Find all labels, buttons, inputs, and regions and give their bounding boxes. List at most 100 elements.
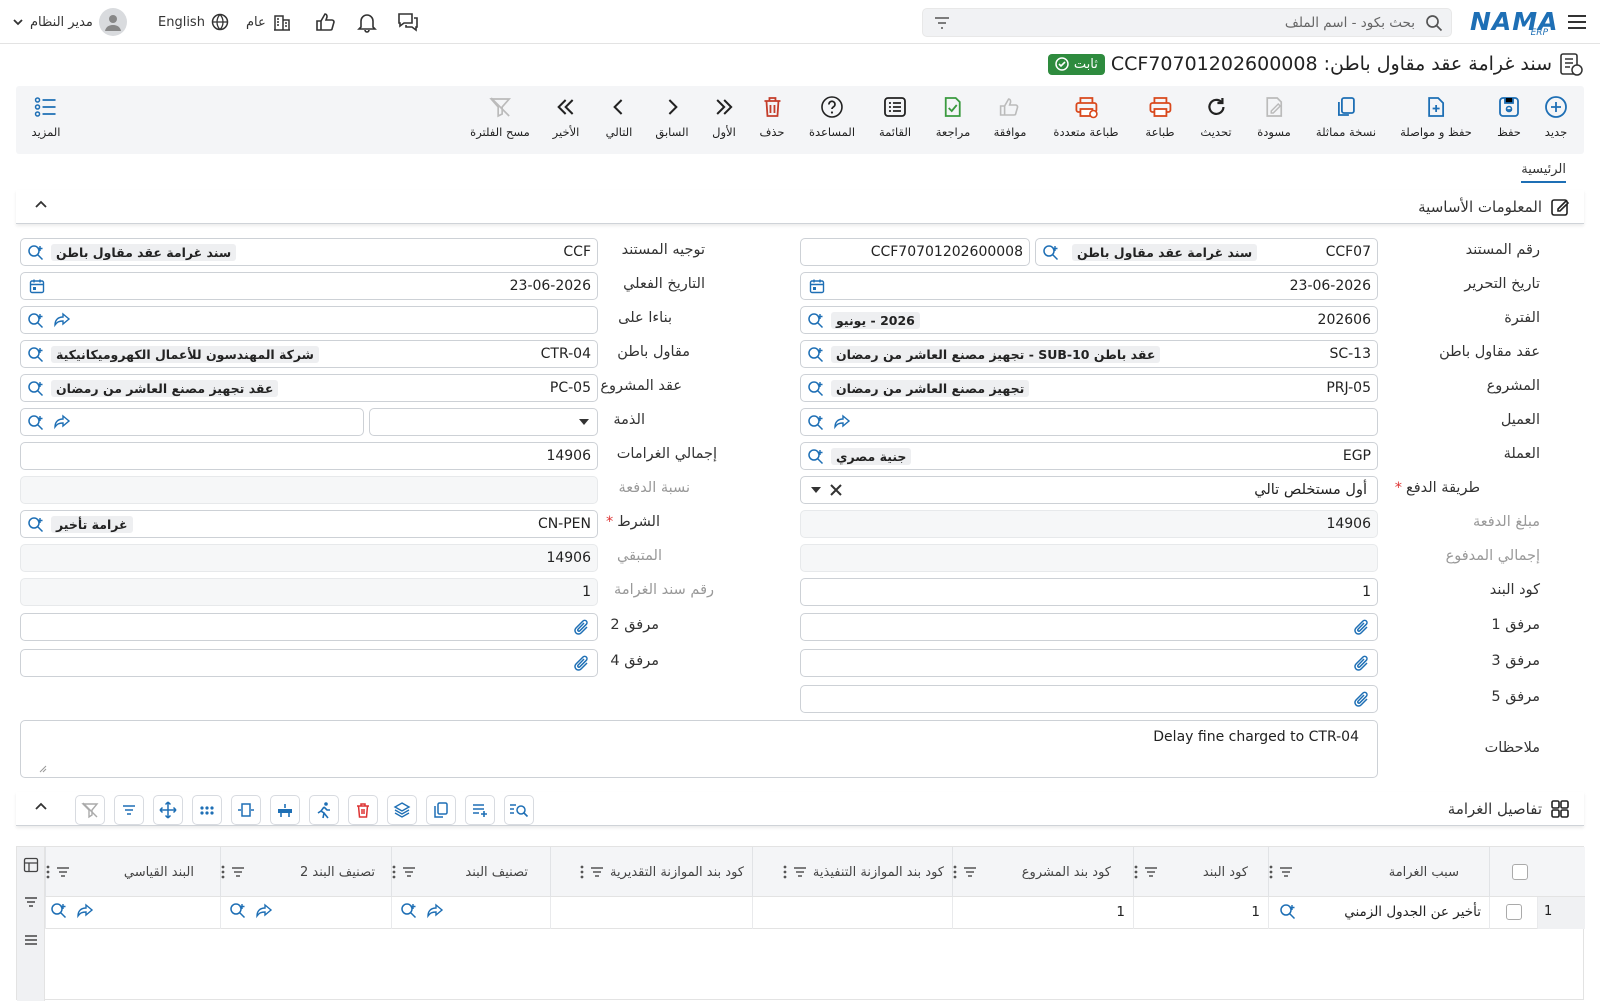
tab-main[interactable]: الرئيسية [1521, 162, 1566, 183]
menu-button[interactable] [1566, 0, 1588, 44]
calendar-icon[interactable] [809, 278, 825, 294]
table-row[interactable]: 1 تأخير عن الجدول الزمني 1 1 [45, 897, 1585, 929]
calendar-icon[interactable] [29, 278, 45, 294]
payment-method-select[interactable]: أول مستخلص تالي [800, 476, 1378, 504]
paperclip-icon[interactable] [1353, 655, 1371, 673]
doc-direction-field[interactable]: CCF سند غرامة عقد مقاول باطن [20, 238, 598, 266]
collapse-icon[interactable] [34, 800, 48, 814]
grid-move-button[interactable] [153, 795, 183, 825]
user-menu[interactable]: مدير النظام [12, 0, 127, 44]
based-on-field[interactable] [20, 306, 598, 334]
collapse-icon[interactable] [34, 198, 48, 212]
select-all-checkbox[interactable] [1512, 864, 1528, 880]
column-filter-icon[interactable] [1144, 866, 1158, 878]
row-est-budget-cell[interactable] [550, 897, 752, 929]
duplicate-button[interactable]: نسخة مماثلة [1316, 94, 1376, 139]
grid-dots-button[interactable] [192, 795, 222, 825]
row-exec-budget-cell[interactable] [752, 897, 952, 929]
column-filter-icon[interactable] [793, 866, 807, 878]
grid-copy-button[interactable] [426, 795, 456, 825]
period-field[interactable]: 202606 2026 - يونيو [800, 306, 1378, 334]
column-menu-icon[interactable] [1269, 865, 1273, 879]
column-menu-icon[interactable] [783, 865, 787, 879]
subcontractor-field[interactable]: CTR-04 شركة المهندسون للأعمال الكهروميكا… [20, 340, 598, 368]
lookup-icon[interactable] [807, 312, 825, 329]
column-filter-icon[interactable] [402, 866, 416, 878]
next-button[interactable]: التالي [606, 94, 632, 139]
lookup-icon[interactable] [807, 414, 825, 431]
grid-insert-row-button[interactable] [270, 795, 300, 825]
column-filter-icon[interactable] [1279, 866, 1293, 878]
grid-add-row-button[interactable] [465, 795, 495, 825]
first-button[interactable]: الأول [712, 94, 736, 139]
liability-type-select[interactable] [369, 408, 598, 436]
doc-type-field[interactable]: CCF07 سند غرامة عقد مقاول باطن [1035, 238, 1378, 266]
column-menu-icon[interactable] [46, 865, 50, 879]
issue-date-field[interactable]: 23-06-2026 [800, 272, 1378, 300]
grid-col-classification[interactable]: تصنيف البند [391, 847, 550, 897]
paperclip-icon[interactable] [573, 655, 591, 673]
approvals-button[interactable] [314, 0, 336, 44]
lookup-icon[interactable] [807, 380, 825, 397]
lookup-icon[interactable] [229, 902, 247, 919]
lookup-icon[interactable] [27, 346, 45, 363]
row-project-item-cell[interactable]: 1 [952, 897, 1133, 929]
lookup-icon[interactable] [50, 902, 68, 919]
print-button[interactable]: طباعة [1145, 94, 1175, 139]
notifications-button[interactable] [356, 0, 378, 44]
attachment2-field[interactable] [20, 613, 598, 641]
lookup-icon[interactable] [27, 380, 45, 397]
messages-button[interactable] [396, 0, 420, 44]
save-button[interactable]: حفظ [1497, 94, 1521, 139]
lookup-icon[interactable] [27, 312, 45, 329]
lookup-icon[interactable] [1279, 903, 1297, 920]
scope-selector[interactable]: عام [246, 0, 292, 44]
attachment1-field[interactable] [800, 613, 1378, 641]
grid-col-reason[interactable]: سبب الغرامة [1268, 847, 1489, 897]
new-button[interactable]: جديد [1544, 94, 1568, 139]
grid-col-item-code[interactable]: كود البند [1133, 847, 1268, 897]
currency-field[interactable]: EGP جنية مصري [800, 442, 1378, 470]
multi-print-button[interactable]: طباعة متعددة [1053, 94, 1119, 139]
grid-clear-filter-button[interactable] [75, 795, 105, 825]
paperclip-icon[interactable] [1353, 619, 1371, 637]
save-continue-button[interactable]: حفظ و مواصلة [1400, 94, 1472, 139]
column-filter-icon[interactable] [590, 866, 604, 878]
liability-field[interactable] [20, 408, 364, 436]
refresh-button[interactable]: تحديث [1200, 94, 1232, 139]
grid-search-button[interactable] [504, 795, 534, 825]
draft-button[interactable]: مسودة [1257, 94, 1291, 139]
attachment5-field[interactable] [800, 685, 1378, 713]
column-filter-icon[interactable] [56, 866, 70, 878]
grid-col-est-budget[interactable]: كود بند الموازنة التقديرية [550, 847, 752, 897]
column-filter-icon[interactable] [963, 866, 977, 878]
project-field[interactable]: PRJ-05 تجهيز مصنع العاشر من رمضان [800, 374, 1378, 402]
menu-lines-icon[interactable] [23, 933, 39, 947]
grid-col-exec-budget[interactable]: كود بند الموازنة التنفيذية [752, 847, 952, 897]
row-reason-cell[interactable]: تأخير عن الجدول الزمني [1268, 897, 1489, 929]
grid-col-standard-item[interactable]: البند القياسي [45, 847, 220, 897]
lookup-icon[interactable] [400, 902, 418, 919]
column-menu-icon[interactable] [1134, 865, 1138, 879]
row-checkbox[interactable] [1506, 904, 1522, 920]
project-contract-field[interactable]: PC-05 عقد تجهيز مصنع العاشر من رمضان [20, 374, 598, 402]
column-menu-icon[interactable] [953, 865, 957, 879]
delete-button[interactable]: حذف [759, 94, 785, 139]
doc-number-field[interactable]: CCF70701202600008 [800, 238, 1030, 266]
search-box[interactable]: بحث بكود - اسم الملف [922, 8, 1452, 37]
share-icon[interactable] [255, 903, 273, 919]
row-item-code-cell[interactable]: 1 [1133, 897, 1268, 929]
previous-button[interactable]: السابق [655, 94, 689, 139]
filter-icon[interactable] [933, 15, 951, 31]
customer-field[interactable] [800, 408, 1378, 436]
grid-col-classification2[interactable]: تصنيف البند 2 [220, 847, 391, 897]
grid-filter-button[interactable] [114, 795, 144, 825]
share-icon[interactable] [53, 312, 71, 328]
subcontract-field[interactable]: SC-13 عقد باطن SUB-10 - تجهيز مصنع العاش… [800, 340, 1378, 368]
dropdown-arrow-icon[interactable] [579, 418, 589, 426]
approve-button[interactable]: موافقة [994, 94, 1026, 139]
last-button[interactable]: الأخير [553, 94, 579, 139]
table-icon[interactable] [23, 857, 39, 873]
basic-info-section-header[interactable]: المعلومات الأساسية [16, 190, 1584, 224]
help-button[interactable]: المساعدة [809, 94, 855, 139]
